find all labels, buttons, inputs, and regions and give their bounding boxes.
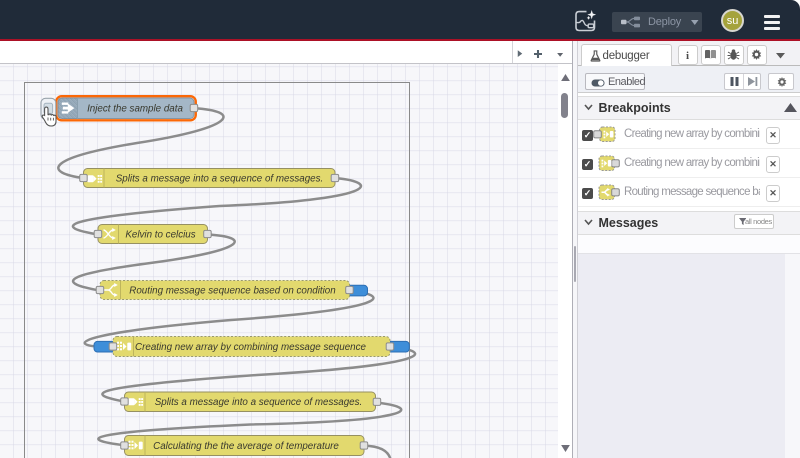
svg-text:Kelvin to celcius: Kelvin to celcius [125,230,195,241]
svg-text:Routing message sequence based: Routing message sequence based on condit… [129,286,335,297]
svg-text:Splits a message into a sequen: Splits a message into a sequence of mess… [116,174,324,185]
svg-text:Calculating the the average of: Calculating the the average of temperatu… [153,441,339,452]
svg-text:Creating new array by combinin: Creating new array by combining message … [135,342,366,353]
svg-text:Splits a message into a sequen: Splits a message into a sequence of mess… [155,397,363,408]
svg-text:Inject the sample data: Inject the sample data [87,104,183,115]
